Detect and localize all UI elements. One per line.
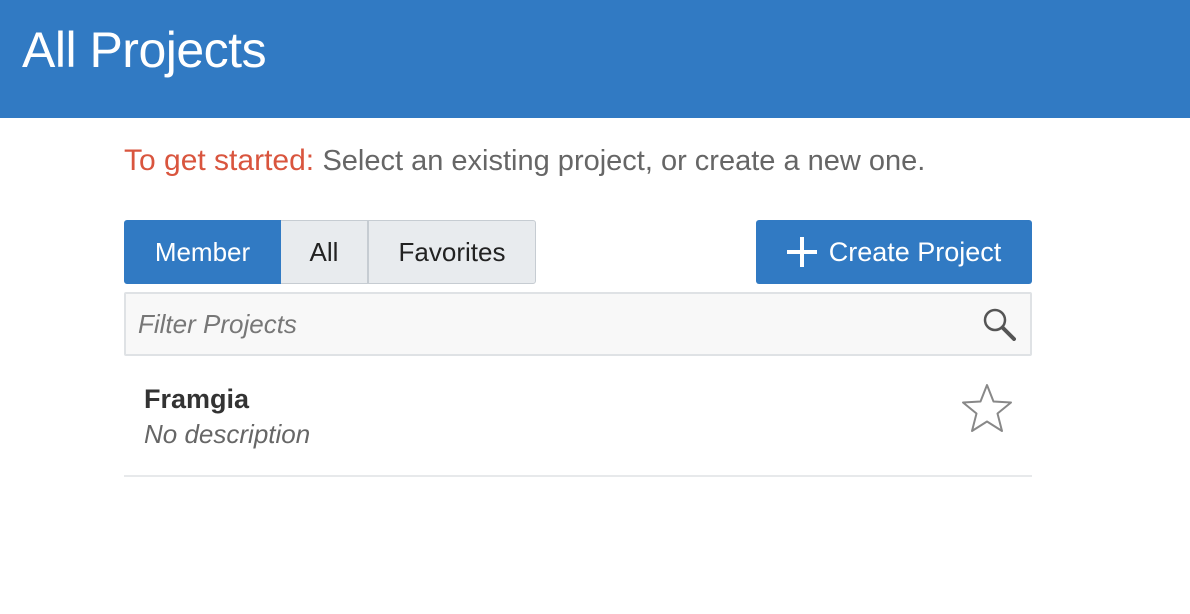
tab-all[interactable]: All	[281, 220, 368, 284]
getting-started-text: To get started: Select an existing proje…	[124, 141, 925, 181]
project-list-item[interactable]: Framgia No description	[124, 366, 1032, 477]
project-filter-tabs: Member All Favorites	[124, 220, 536, 284]
project-name[interactable]: Framgia	[144, 384, 249, 415]
getting-started-lead: To get started:	[124, 144, 315, 177]
create-project-button[interactable]: Create Project	[756, 220, 1032, 284]
page-header: All Projects	[0, 0, 1190, 118]
create-project-label: Create Project	[828, 236, 1002, 267]
tab-favorites[interactable]: Favorites	[368, 220, 536, 284]
star-outline-icon[interactable]	[960, 382, 1014, 436]
getting-started-instructions: Select an existing project, or create a …	[322, 145, 926, 177]
project-description: No description	[144, 419, 311, 449]
page-title: All Projects	[22, 22, 267, 78]
tab-member[interactable]: Member	[124, 220, 281, 284]
search-icon[interactable]	[982, 307, 1016, 341]
plus-icon	[786, 237, 817, 267]
filter-projects-box	[124, 292, 1032, 356]
filter-projects-input[interactable]	[138, 294, 978, 354]
